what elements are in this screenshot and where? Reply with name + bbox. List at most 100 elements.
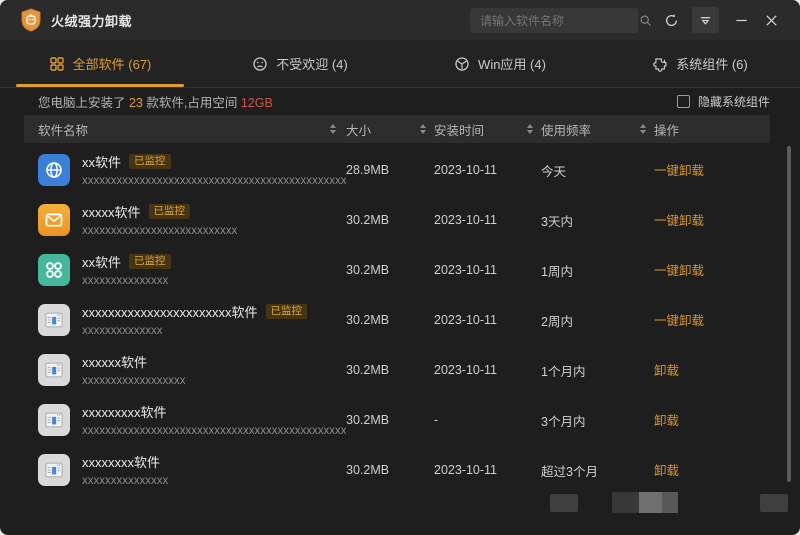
uninstall-button[interactable]: 卸载 (654, 464, 679, 478)
app-description: xxxxxxxxxxxxxxx (82, 475, 168, 487)
window-app-icon (38, 404, 70, 436)
refresh-icon (664, 13, 679, 28)
filter-icon (698, 13, 713, 28)
app-window: 火绒强力卸载 (0, 0, 800, 535)
installed-count: 23 (129, 96, 143, 110)
usage-freq-cell: 3个月内 (541, 411, 654, 430)
window-app-icon (38, 304, 70, 336)
tab-system-components[interactable]: 系统组件 (6) (600, 40, 800, 87)
summary-prefix: 您电脑上安装了 (38, 96, 129, 110)
table-row[interactable]: xx软件 已监控 xxxxxxxxxxxxxxx 30.2MB 2023-10-… (24, 245, 770, 295)
table-row[interactable]: xxxxxx软件 xxxxxxxxxxxxxxxxxx 30.2MB 2023-… (24, 345, 770, 395)
globe-app-icon (38, 154, 70, 186)
table-row[interactable]: xxxxxxxx软件 xxxxxxxxxxxxxxx 30.2MB 2023-1… (24, 445, 770, 495)
uninstall-button[interactable]: 一键卸载 (654, 164, 704, 178)
search-box[interactable] (470, 8, 638, 33)
size-cell: 30.2MB (346, 313, 434, 327)
table-row[interactable]: xxxxxxxxx软件 xxxxxxxxxxxxxxxxxxxxxxxxxxxx… (24, 395, 770, 445)
size-cell: 30.2MB (346, 263, 434, 277)
app-name: xxxxxxxxxxxxxxxxxxxxxxx软件 (82, 302, 258, 321)
refresh-button[interactable] (658, 7, 685, 33)
win-app-icon (454, 56, 470, 72)
header-action-column: 操作 (654, 120, 770, 139)
tab-unpopular[interactable]: 不受欢迎 (4) (200, 40, 400, 87)
minimize-button[interactable] (728, 7, 755, 33)
uninstall-button[interactable]: 一键卸载 (654, 264, 704, 278)
tab-label: Win应用 (4) (478, 54, 546, 73)
install-time-cell: 2023-10-11 (434, 463, 541, 477)
size-cell: 28.9MB (346, 163, 434, 177)
table-row[interactable]: xxxxx软件 已监控 xxxxxxxxxxxxxxxxxxxxxxxxxxx … (24, 195, 770, 245)
app-name: xxxxxx软件 (82, 352, 147, 371)
sort-icon[interactable] (640, 124, 646, 134)
uninstall-button[interactable]: 卸载 (654, 414, 679, 428)
monitored-badge: 已监控 (149, 204, 191, 219)
window-app-icon (38, 454, 70, 486)
app-name: xx软件 (82, 152, 121, 171)
sad-face-icon (252, 56, 268, 72)
header-freq-label: 使用频率 (541, 120, 591, 139)
header-action-label: 操作 (654, 120, 679, 139)
tab-bar: 全部软件 (67) 不受欢迎 (4) Win应用 (4) 系统组件 (6) (0, 40, 800, 88)
table-row[interactable]: xx软件 已监控 xxxxxxxxxxxxxxxxxxxxxxxxxxxxxxx… (24, 145, 770, 195)
app-name: xxxxx软件 (82, 202, 141, 221)
install-time-cell: 2023-10-11 (434, 363, 541, 377)
mail-app-icon (38, 204, 70, 236)
summary-bar: 您电脑上安装了 23 款软件,占用空间 12GB 隐藏系统组件 (0, 88, 800, 115)
close-button[interactable] (758, 7, 785, 33)
hide-system-toggle[interactable]: 隐藏系统组件 (677, 88, 770, 115)
table-row[interactable]: xxxxxxxxxxxxxxxxxxxxxxx软件 已监控 xxxxxxxxxx… (24, 295, 770, 345)
summary-middle: 款软件,占用空间 (143, 96, 241, 110)
tab-label: 不受欢迎 (4) (276, 54, 348, 73)
puzzle-icon (652, 56, 668, 72)
huorong-shield-logo-icon (20, 8, 42, 32)
grid-app-icon (38, 254, 70, 286)
app-description: xxxxxxxxxxxxxxxxxx (82, 375, 186, 387)
space-used: 12GB (241, 96, 273, 110)
tab-all-software[interactable]: 全部软件 (67) (0, 40, 200, 87)
install-time-cell: 2023-10-11 (434, 263, 541, 277)
grid-icon (49, 56, 65, 72)
app-description: xxxxxxxxxxxxxxxxxxxxxxxxxxxxxxxxxxxxxxxx… (82, 425, 346, 437)
header-size-column[interactable]: 大小 (346, 120, 434, 139)
hide-system-checkbox[interactable] (677, 95, 690, 108)
app-description: xxxxxxxxxxxxxxx (82, 275, 168, 287)
size-cell: 30.2MB (346, 463, 434, 477)
app-title: 火绒强力卸载 (51, 11, 132, 30)
sort-icon[interactable] (330, 124, 336, 134)
install-time-cell: 2023-10-11 (434, 213, 541, 227)
table-header: 软件名称 大小 安装时间 使用频率 操作 (24, 115, 770, 143)
uninstall-button[interactable]: 一键卸载 (654, 314, 704, 328)
close-icon (764, 13, 779, 28)
vertical-scrollbar[interactable] (787, 146, 791, 482)
header-name-column[interactable]: 软件名称 (24, 120, 346, 139)
app-name: xx软件 (82, 252, 121, 271)
filter-button[interactable] (692, 7, 719, 33)
software-list: xx软件 已监控 xxxxxxxxxxxxxxxxxxxxxxxxxxxxxxx… (24, 145, 770, 495)
usage-freq-cell: 3天内 (541, 211, 654, 230)
tab-label: 系统组件 (6) (676, 54, 748, 73)
sort-icon[interactable] (527, 124, 533, 134)
app-description: xxxxxxxxxxxxxxxxxxxxxxxxxxx (82, 225, 237, 237)
install-time-cell: 2023-10-11 (434, 313, 541, 327)
install-time-cell: - (434, 413, 541, 427)
search-input[interactable] (470, 14, 639, 28)
app-name: xxxxxxxx软件 (82, 452, 160, 471)
header-freq-column[interactable]: 使用频率 (541, 120, 654, 139)
size-cell: 30.2MB (346, 213, 434, 227)
monitored-badge: 已监控 (129, 154, 171, 169)
tab-label: 全部软件 (67) (73, 54, 152, 73)
header-time-column[interactable]: 安装时间 (434, 120, 541, 139)
search-icon (639, 14, 652, 27)
monitored-badge: 已监控 (266, 304, 308, 319)
usage-freq-cell: 超过3个月 (541, 461, 654, 480)
sort-icon[interactable] (420, 124, 426, 134)
app-description: xxxxxxxxxxxxxx (82, 325, 163, 337)
tab-win-apps[interactable]: Win应用 (4) (400, 40, 600, 87)
uninstall-button[interactable]: 卸载 (654, 364, 679, 378)
app-description: xxxxxxxxxxxxxxxxxxxxxxxxxxxxxxxxxxxxxxxx… (82, 175, 346, 187)
usage-freq-cell: 2周内 (541, 311, 654, 330)
uninstall-button[interactable]: 一键卸载 (654, 214, 704, 228)
usage-freq-cell: 1周内 (541, 261, 654, 280)
redacted-element (760, 494, 788, 512)
